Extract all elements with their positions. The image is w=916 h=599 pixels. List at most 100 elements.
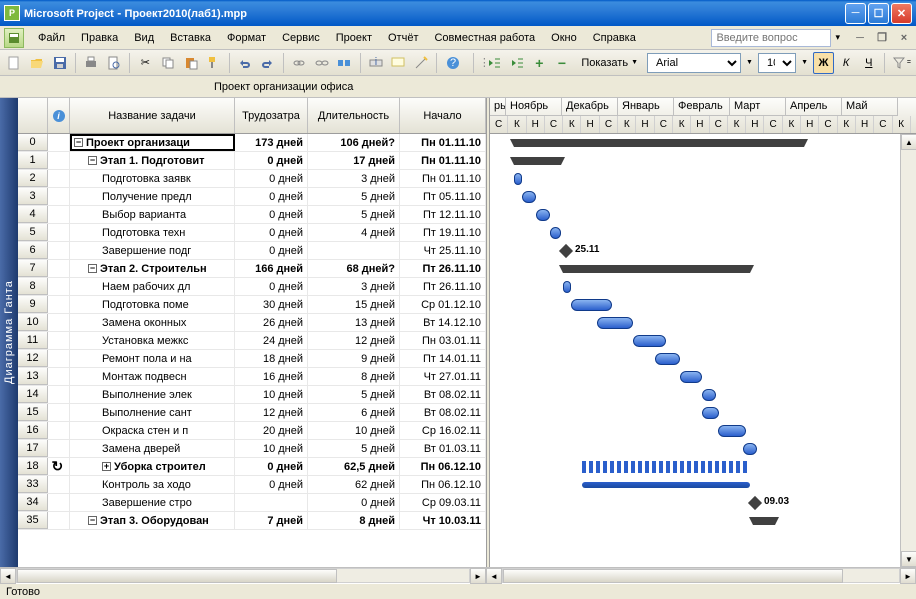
cell-duration[interactable]: 5 дней bbox=[308, 440, 400, 457]
menu-window[interactable]: Окно bbox=[543, 29, 585, 47]
cell-work[interactable]: 18 дней bbox=[235, 350, 308, 367]
help-input[interactable] bbox=[711, 29, 831, 47]
cell-work[interactable]: 0 дней bbox=[235, 188, 308, 205]
table-row[interactable]: 6Завершение подг0 днейЧт 25.11.10 bbox=[18, 242, 486, 260]
row-info[interactable] bbox=[48, 368, 70, 385]
close-button[interactable]: ✕ bbox=[891, 3, 912, 24]
hide-subtasks-button[interactable]: − bbox=[552, 52, 573, 74]
table-row[interactable]: 12Ремонт пола и на18 дней9 днейПт 14.01.… bbox=[18, 350, 486, 368]
menu-collab[interactable]: Совместная работа bbox=[426, 29, 543, 47]
recurring-bar[interactable] bbox=[582, 461, 750, 473]
cell-duration[interactable]: 5 дней bbox=[308, 206, 400, 223]
row-info[interactable] bbox=[48, 134, 70, 151]
cell-name[interactable]: Окраска стен и п bbox=[70, 422, 235, 439]
table-row[interactable]: 14Выполнение элек10 дней5 днейВт 08.02.1… bbox=[18, 386, 486, 404]
font-select[interactable]: Arial bbox=[647, 53, 741, 73]
table-row[interactable]: 15Выполнение сант12 дней6 днейВт 08.02.1… bbox=[18, 404, 486, 422]
task-bar[interactable] bbox=[655, 353, 680, 365]
table-row[interactable]: 18+Уборка строител0 дней62,5 днейПн 06.1… bbox=[18, 458, 486, 476]
task-bar[interactable] bbox=[597, 317, 633, 329]
table-row[interactable]: 1−Этап 1. Подготовит0 дней17 днейПн 01.1… bbox=[18, 152, 486, 170]
vscroll[interactable]: ▲ ▼ bbox=[900, 134, 916, 567]
cell-name[interactable]: −Этап 1. Подготовит bbox=[70, 152, 235, 169]
row-info[interactable] bbox=[48, 386, 70, 403]
row-header[interactable]: 1 bbox=[18, 152, 48, 169]
gantt-body[interactable]: 25.1109.03 bbox=[490, 134, 916, 567]
table-row[interactable]: 4Выбор варианта0 дней5 днейПт 12.11.10 bbox=[18, 206, 486, 224]
cell-name[interactable]: Выполнение сант bbox=[70, 404, 235, 421]
summary-bar[interactable] bbox=[563, 265, 750, 273]
table-row[interactable]: 5Подготовка техн0 дней4 днейПт 19.11.10 bbox=[18, 224, 486, 242]
gantt-scroll-right[interactable]: ► bbox=[900, 568, 916, 584]
cell-start[interactable]: Чт 27.01.11 bbox=[400, 368, 486, 385]
row-header[interactable]: 9 bbox=[18, 296, 48, 313]
print-button[interactable] bbox=[81, 52, 102, 74]
scroll-down-button[interactable]: ▼ bbox=[901, 551, 916, 567]
cell-start[interactable]: Пт 26.11.10 bbox=[400, 278, 486, 295]
milestone[interactable] bbox=[748, 496, 762, 510]
row-info[interactable] bbox=[48, 170, 70, 187]
table-row[interactable]: 34Завершение стро0 днейСр 09.03.11 bbox=[18, 494, 486, 512]
table-row[interactable]: 17Замена дверей10 дней5 днейВт 01.03.11 bbox=[18, 440, 486, 458]
row-header[interactable]: 5 bbox=[18, 224, 48, 241]
row-info[interactable] bbox=[48, 440, 70, 457]
save-button[interactable] bbox=[49, 52, 70, 74]
minimize-button[interactable]: ─ bbox=[845, 3, 866, 24]
cell-duration[interactable]: 106 дней? bbox=[308, 134, 400, 151]
cell-start[interactable]: Чт 10.03.11 bbox=[400, 512, 486, 529]
table-row[interactable]: 8Наем рабочих дл0 дней3 днейПт 26.11.10 bbox=[18, 278, 486, 296]
row-header[interactable]: 13 bbox=[18, 368, 48, 385]
row-info[interactable] bbox=[48, 188, 70, 205]
row-header[interactable]: 17 bbox=[18, 440, 48, 457]
row-header[interactable]: 34 bbox=[18, 494, 48, 511]
row-info[interactable] bbox=[48, 206, 70, 223]
row-info[interactable] bbox=[48, 242, 70, 259]
help-button[interactable]: ? bbox=[442, 52, 463, 74]
row-info[interactable] bbox=[48, 512, 70, 529]
cell-work[interactable]: 16 дней bbox=[235, 368, 308, 385]
cell-name[interactable]: Подготовка техн bbox=[70, 224, 235, 241]
row-info[interactable] bbox=[48, 404, 70, 421]
summary-bar[interactable] bbox=[753, 517, 775, 525]
cell-work[interactable]: 7 дней bbox=[235, 512, 308, 529]
cell-duration[interactable]: 17 дней bbox=[308, 152, 400, 169]
link-button[interactable] bbox=[289, 52, 310, 74]
cell-name[interactable]: Подготовка поме bbox=[70, 296, 235, 313]
row-header[interactable]: 16 bbox=[18, 422, 48, 439]
undo-button[interactable] bbox=[234, 52, 255, 74]
cell-start[interactable]: Ср 09.03.11 bbox=[400, 494, 486, 511]
italic-button[interactable]: К bbox=[836, 52, 857, 74]
scroll-up-button[interactable]: ▲ bbox=[901, 134, 916, 150]
row-header[interactable]: 2 bbox=[18, 170, 48, 187]
copy-button[interactable] bbox=[158, 52, 179, 74]
cell-duration[interactable]: 13 дней bbox=[308, 314, 400, 331]
cell-name[interactable]: Выполнение элек bbox=[70, 386, 235, 403]
unlink-button[interactable] bbox=[311, 52, 332, 74]
cell-duration[interactable]: 62 дней bbox=[308, 476, 400, 493]
info-button[interactable]: i bbox=[365, 52, 386, 74]
font-dropdown-icon[interactable]: ▼ bbox=[743, 52, 756, 74]
cell-duration[interactable]: 12 дней bbox=[308, 332, 400, 349]
task-bar[interactable] bbox=[702, 389, 716, 401]
cell-work[interactable]: 12 дней bbox=[235, 404, 308, 421]
grid-scroll-thumb[interactable] bbox=[17, 569, 337, 583]
cell-duration[interactable]: 3 дней bbox=[308, 170, 400, 187]
summary-bar[interactable] bbox=[514, 157, 561, 165]
show-subtasks-button[interactable]: + bbox=[529, 52, 550, 74]
cell-start[interactable]: Пт 05.11.10 bbox=[400, 188, 486, 205]
new-button[interactable] bbox=[4, 52, 25, 74]
table-row[interactable]: 13Монтаж подвесн16 дней8 днейЧт 27.01.11 bbox=[18, 368, 486, 386]
cell-name[interactable]: −Проект организаци bbox=[70, 134, 235, 151]
outline-toggle[interactable]: + bbox=[102, 462, 111, 471]
table-row[interactable]: 10Замена оконных26 дней13 днейВт 14.12.1… bbox=[18, 314, 486, 332]
gantt-scroll-track[interactable] bbox=[502, 568, 900, 583]
open-button[interactable] bbox=[27, 52, 48, 74]
row-info[interactable] bbox=[48, 152, 70, 169]
menu-service[interactable]: Сервис bbox=[274, 29, 328, 47]
row-header[interactable]: 3 bbox=[18, 188, 48, 205]
cell-name[interactable]: Наем рабочих дл bbox=[70, 278, 235, 295]
table-row[interactable]: 3Получение предл0 дней5 днейПт 05.11.10 bbox=[18, 188, 486, 206]
grid-scroll-left[interactable]: ◄ bbox=[0, 568, 16, 584]
row-info[interactable] bbox=[48, 332, 70, 349]
cell-duration[interactable]: 3 дней bbox=[308, 278, 400, 295]
